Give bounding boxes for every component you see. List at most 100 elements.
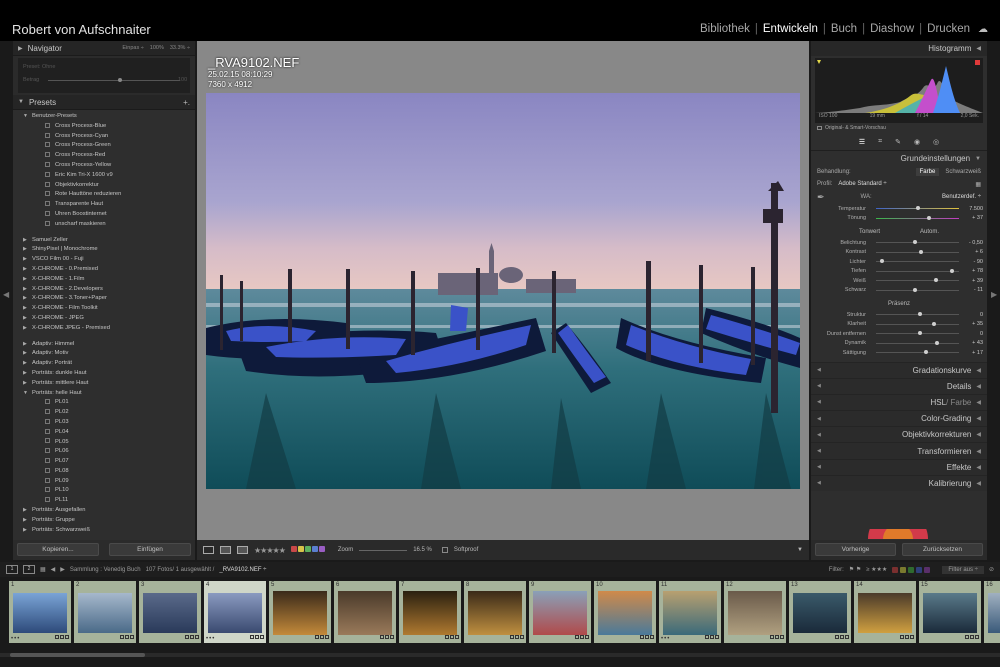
module-bibliothek[interactable]: Bibliothek bbox=[700, 23, 750, 35]
slider-knob[interactable] bbox=[931, 321, 936, 326]
profile-select[interactable]: Adobe Standard ÷ bbox=[838, 181, 886, 187]
preset-item[interactable]: PL09 bbox=[13, 477, 195, 487]
preset-item[interactable]: PL01 bbox=[13, 398, 195, 408]
preset-item[interactable]: Cross Process-Yellow bbox=[13, 161, 195, 171]
preset-group[interactable]: ▶ ShinyPixel | Monochrome bbox=[13, 245, 195, 255]
presets-header[interactable]: ▼ Presets +. bbox=[13, 95, 195, 110]
slider-value[interactable]: + 37 bbox=[965, 215, 983, 221]
softproof-checkbox[interactable] bbox=[441, 547, 448, 553]
preset-item[interactable]: Cross Process-Green bbox=[13, 141, 195, 151]
cloud-sync-icon[interactable]: ☁ bbox=[978, 24, 988, 35]
primary-window-button[interactable]: 1 bbox=[6, 565, 18, 574]
masking-icon[interactable]: ◎ bbox=[933, 138, 939, 146]
amount-slider[interactable] bbox=[48, 80, 180, 81]
amount-slider-knob[interactable] bbox=[118, 78, 122, 82]
filmstrip-thumbnail[interactable]: 14 bbox=[854, 581, 916, 643]
filmstrip-thumbnail[interactable]: 3 bbox=[139, 581, 201, 643]
forward-icon[interactable]: ▶ bbox=[60, 566, 65, 573]
wb-eyedropper-icon[interactable]: ✒ bbox=[817, 192, 825, 203]
slider-track[interactable] bbox=[876, 331, 959, 336]
preset-item[interactable]: PL11 bbox=[13, 496, 195, 506]
slider-track[interactable] bbox=[876, 249, 959, 254]
preset-group[interactable]: ▶ Porträts: Ausgefallen bbox=[13, 506, 195, 516]
color-label-swatch[interactable] bbox=[290, 546, 297, 552]
filmstrip-thumbnail[interactable]: 8 bbox=[464, 581, 526, 643]
navigator-zoom-options[interactable]: Einpas ÷ 100% 33.3% ÷ bbox=[116, 45, 190, 51]
panel-toggle-icon[interactable]: ◀ bbox=[817, 464, 821, 470]
preset-group[interactable]: ▼ Benutzer-Presets bbox=[13, 112, 195, 122]
preset-group[interactable]: ▶ VSCO Film 00 - Fuji bbox=[13, 255, 195, 265]
back-icon[interactable]: ◀ bbox=[51, 566, 56, 573]
filter-preset-select[interactable]: Filter aus ÷ bbox=[942, 565, 984, 574]
color-label-picker[interactable] bbox=[290, 546, 326, 554]
slider-knob[interactable] bbox=[924, 350, 929, 355]
filter-lock-icon[interactable]: ⊘ bbox=[989, 566, 994, 573]
preset-item[interactable]: Uhren Boostinternet bbox=[13, 210, 195, 220]
preset-item[interactable]: PL07 bbox=[13, 457, 195, 467]
slider-value[interactable]: + 17 bbox=[965, 350, 983, 356]
slider-knob[interactable] bbox=[912, 287, 917, 292]
filmstrip-thumbnail[interactable]: 12 bbox=[724, 581, 786, 643]
preset-group[interactable]: ▶ X-CHROME - JPEG bbox=[13, 314, 195, 324]
navigator-zoom-option[interactable]: Einpas ÷ bbox=[122, 45, 143, 51]
navigator-preview[interactable]: Preset: Ohne Betrag 100 bbox=[18, 58, 190, 93]
slider-track[interactable] bbox=[876, 340, 959, 345]
preset-item[interactable]: Cross Process-Cyan bbox=[13, 132, 195, 142]
panel-toggle-icon[interactable]: ◀ bbox=[817, 399, 821, 405]
slider-knob[interactable] bbox=[927, 215, 932, 220]
preset-item[interactable]: PL02 bbox=[13, 408, 195, 418]
filmstrip-source[interactable]: Sammlung : Venedig Buch bbox=[70, 567, 141, 573]
preset-item[interactable]: PL06 bbox=[13, 447, 195, 457]
panel-header-hsl[interactable]: ◀ HSL / Farbe ◀ bbox=[811, 393, 987, 411]
slider-value[interactable]: + 78 bbox=[965, 268, 983, 274]
preset-item[interactable]: PL04 bbox=[13, 428, 195, 438]
softproof-label[interactable]: Softproof bbox=[454, 547, 478, 553]
slider-value[interactable]: + 43 bbox=[965, 340, 983, 346]
preset-item[interactable]: PL05 bbox=[13, 438, 195, 448]
preset-group[interactable]: ▶ Porträts: mittlere Haut bbox=[13, 379, 195, 389]
filmstrip-thumbnail[interactable]: 6 bbox=[334, 581, 396, 643]
navigator-header[interactable]: ▶ Navigator Einpas ÷ 100% 33.3% ÷ bbox=[13, 41, 195, 56]
slider-value[interactable]: - 11 bbox=[965, 287, 983, 293]
preset-item[interactable]: Cross Process-Red bbox=[13, 151, 195, 161]
copy-button[interactable]: Kopieren... bbox=[17, 543, 99, 556]
module-entwickeln[interactable]: Entwickeln bbox=[763, 23, 818, 35]
filmstrip-thumbnail[interactable]: 15 bbox=[919, 581, 981, 643]
preset-group[interactable]: ▶ X-CHROME - 2.Developers bbox=[13, 285, 195, 295]
slider-knob[interactable] bbox=[917, 312, 922, 317]
panel-header-transformieren[interactable]: ◀ Transformieren ◀ bbox=[811, 442, 987, 459]
preset-group[interactable]: ▶ Porträts: dunkle Haut bbox=[13, 369, 195, 379]
slider-value[interactable]: 0 bbox=[965, 331, 983, 337]
slider-knob[interactable] bbox=[934, 278, 939, 283]
color-label-swatch[interactable] bbox=[304, 546, 311, 552]
panel-toggle-icon[interactable]: ◀ bbox=[817, 416, 821, 422]
filmstrip-thumbnail[interactable]: 4 ••• bbox=[204, 581, 266, 643]
right-panel-collapse-icon[interactable]: ▶ bbox=[991, 290, 997, 299]
navigator-zoom-option[interactable]: 100% bbox=[150, 45, 164, 51]
slider-track[interactable] bbox=[876, 240, 959, 245]
filter-color-swatches[interactable] bbox=[892, 566, 931, 573]
previous-button[interactable]: Vorherige bbox=[815, 543, 896, 556]
filmstrip-scrollbar[interactable] bbox=[0, 653, 1000, 657]
filmstrip-thumbnail[interactable]: 1 ••• bbox=[9, 581, 71, 643]
color-label-swatch[interactable] bbox=[297, 546, 304, 552]
panel-header-gradationskurve[interactable]: ◀ Gradationskurve ◀ bbox=[811, 361, 987, 378]
slider-track[interactable] bbox=[876, 215, 959, 220]
filter-rating-icon[interactable]: ≥ ★★★ bbox=[866, 566, 887, 573]
slider-value[interactable]: - 90 bbox=[965, 259, 983, 265]
slider-knob[interactable] bbox=[934, 340, 939, 345]
panel-header-effekte[interactable]: ◀ Effekte ◀ bbox=[811, 458, 987, 475]
preset-item[interactable]: PL10 bbox=[13, 486, 195, 496]
panel-header-details[interactable]: ◀ Details ◀ bbox=[811, 377, 987, 394]
red-eye-icon[interactable]: ◉ bbox=[914, 138, 920, 146]
slider-value[interactable]: 0 bbox=[965, 312, 983, 318]
preset-group[interactable]: ▶ X-CHROME - Film Toolkit bbox=[13, 304, 195, 314]
filter-flags-icon[interactable]: ⚑ ⚑ bbox=[849, 566, 861, 573]
preset-item[interactable]: PL08 bbox=[13, 467, 195, 477]
module-buch[interactable]: Buch bbox=[831, 23, 857, 35]
filmstrip-thumbnail[interactable]: 2 bbox=[74, 581, 136, 643]
slider-track[interactable] bbox=[876, 259, 959, 264]
slider-track[interactable] bbox=[876, 312, 959, 317]
panel-toggle-icon[interactable]: ◀ bbox=[817, 367, 821, 373]
slider-value[interactable]: + 39 bbox=[965, 278, 983, 284]
